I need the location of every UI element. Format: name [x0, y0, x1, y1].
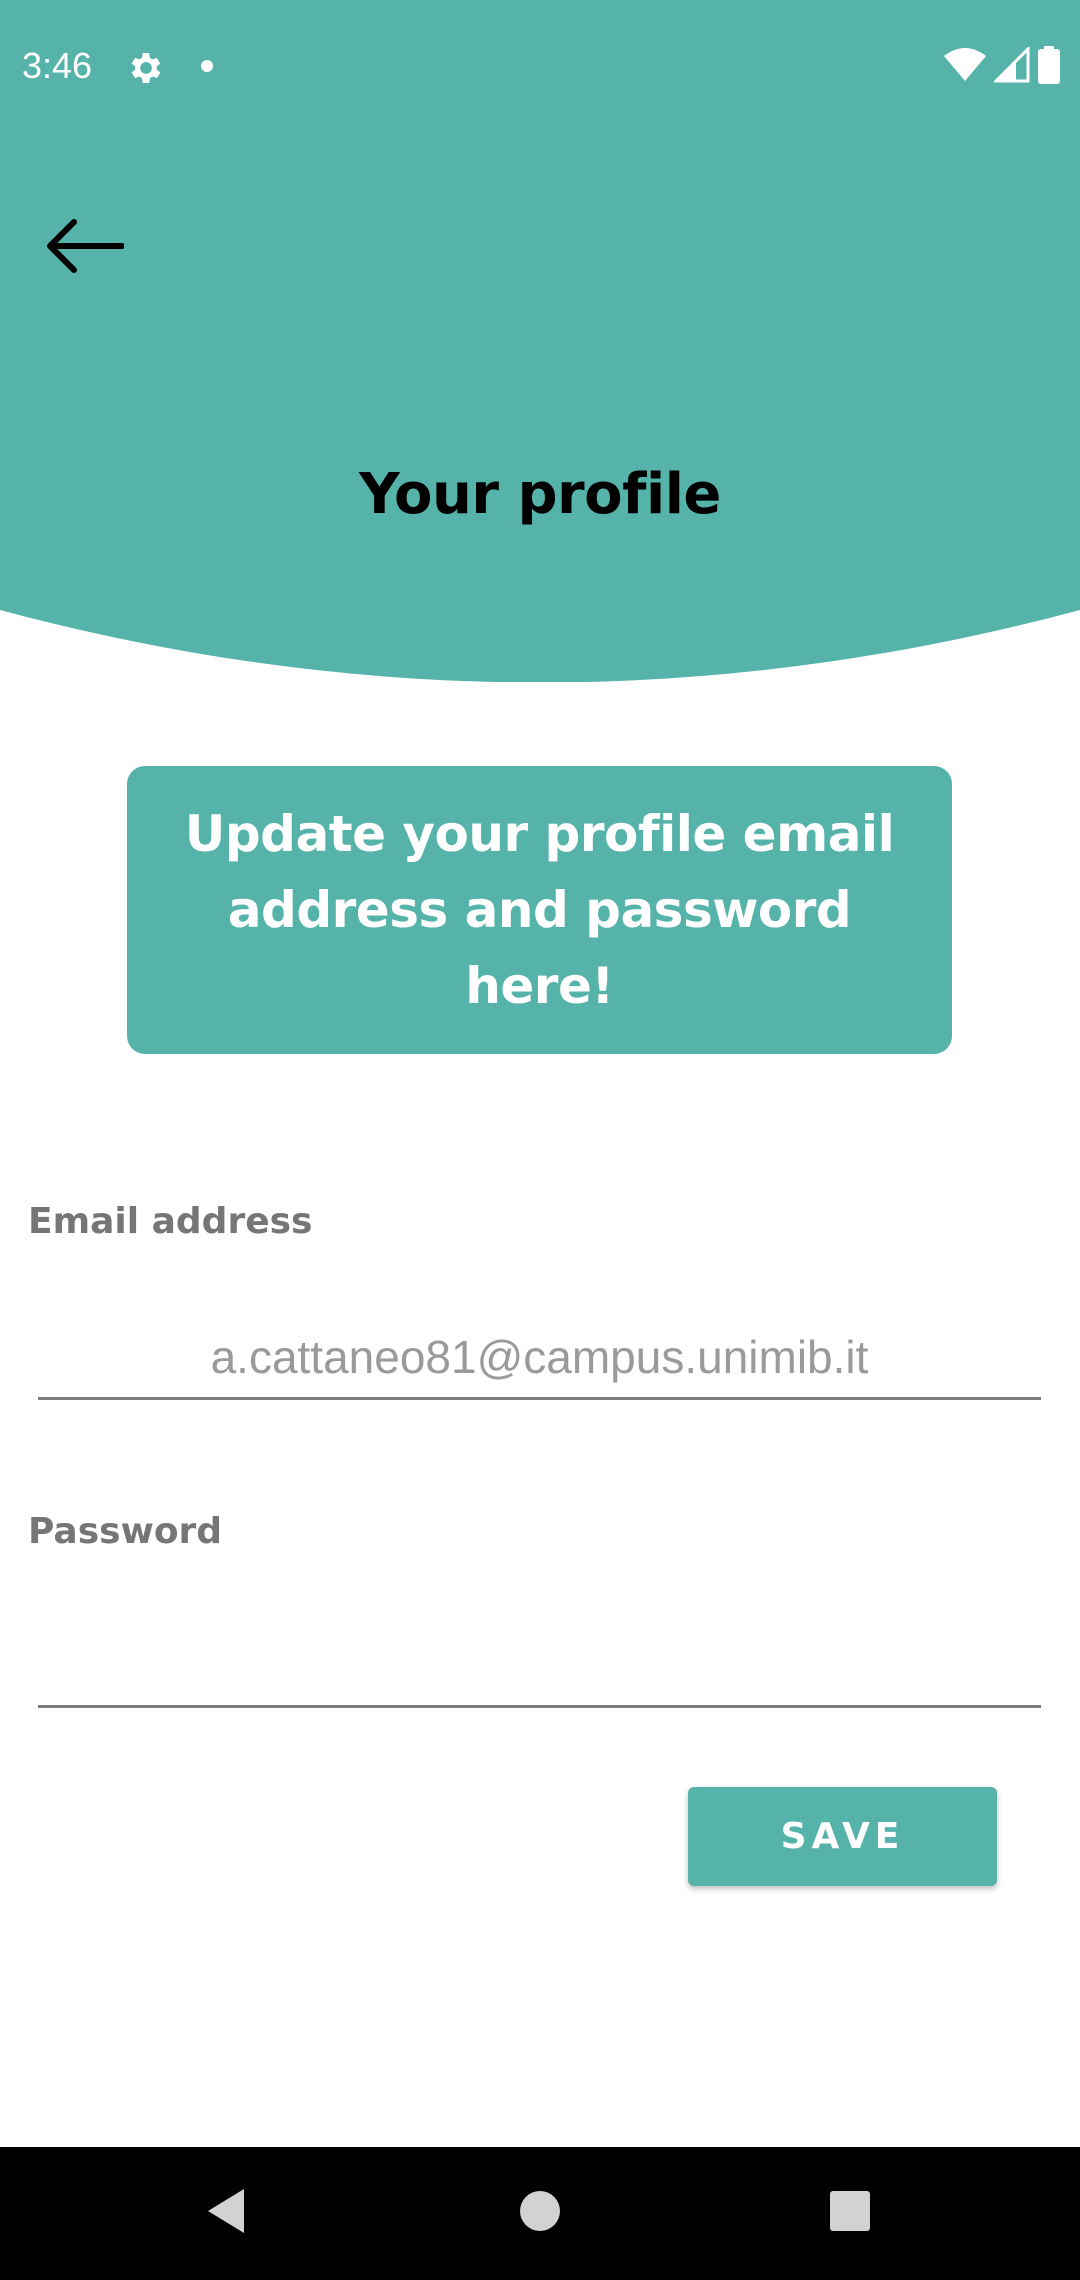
- nav-home-icon: [519, 2190, 561, 2237]
- status-bar: 3:46: [0, 0, 1080, 134]
- password-field[interactable]: [38, 1625, 1041, 1708]
- nav-home-button[interactable]: [460, 2147, 620, 2280]
- notification-dot-icon: [201, 60, 213, 72]
- nav-recents-icon: [829, 2190, 871, 2237]
- email-label: Email address: [28, 1201, 313, 1242]
- info-card-text: Update your profile email address and pa…: [184, 805, 895, 1015]
- nav-back-icon: [204, 2186, 248, 2241]
- back-button[interactable]: [36, 210, 132, 286]
- password-label: Password: [28, 1511, 223, 1552]
- nav-recents-button[interactable]: [770, 2147, 930, 2280]
- gear-icon: [126, 48, 166, 88]
- page-title: Your profile: [359, 462, 721, 527]
- arrow-left-icon: [44, 216, 125, 281]
- status-icons: [944, 44, 1060, 89]
- email-field[interactable]: [38, 1317, 1041, 1400]
- status-time: 3:46: [22, 45, 93, 86]
- wifi-icon: [944, 47, 986, 87]
- battery-icon: [1038, 45, 1060, 89]
- profile-screen: 3:46 Your profile Update your profile em…: [0, 0, 1080, 2280]
- info-card: Update your profile email address and pa…: [127, 766, 952, 1054]
- cell-signal-icon: [992, 44, 1030, 88]
- nav-back-button[interactable]: [146, 2147, 306, 2280]
- save-button[interactable]: SAVE: [688, 1787, 997, 1886]
- system-nav-bar: [0, 2147, 1080, 2280]
